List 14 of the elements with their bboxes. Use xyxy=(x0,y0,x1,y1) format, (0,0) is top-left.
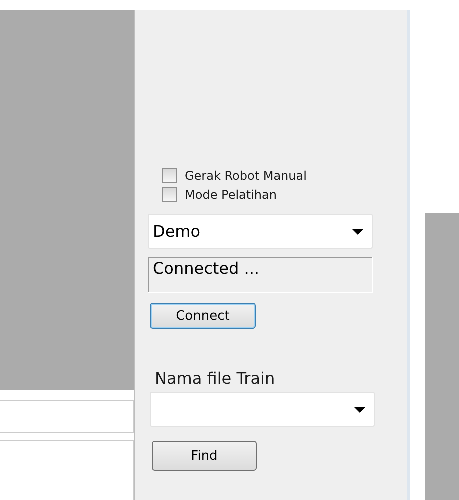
caret-icon xyxy=(352,228,364,234)
checkbox[interactable]: Mode Pelatihan xyxy=(162,187,277,202)
find-button[interactable]: Find xyxy=(152,441,257,471)
train-file-dropdown[interactable] xyxy=(150,392,375,427)
status-field: Connected ... xyxy=(148,257,373,293)
field-label: Nama file Train xyxy=(155,369,276,388)
caret-icon xyxy=(354,406,366,412)
list-box[interactable] xyxy=(0,440,134,500)
connect-button[interactable]: Connect xyxy=(150,303,256,329)
checkbox[interactable]: Gerak Robot Manual xyxy=(162,168,307,183)
checkbox-label: Mode Pelatihan xyxy=(185,188,277,202)
checkbox-label: Gerak Robot Manual xyxy=(185,168,307,182)
input-field[interactable] xyxy=(0,400,134,433)
port-dropdown[interactable]: Demo xyxy=(148,214,373,249)
